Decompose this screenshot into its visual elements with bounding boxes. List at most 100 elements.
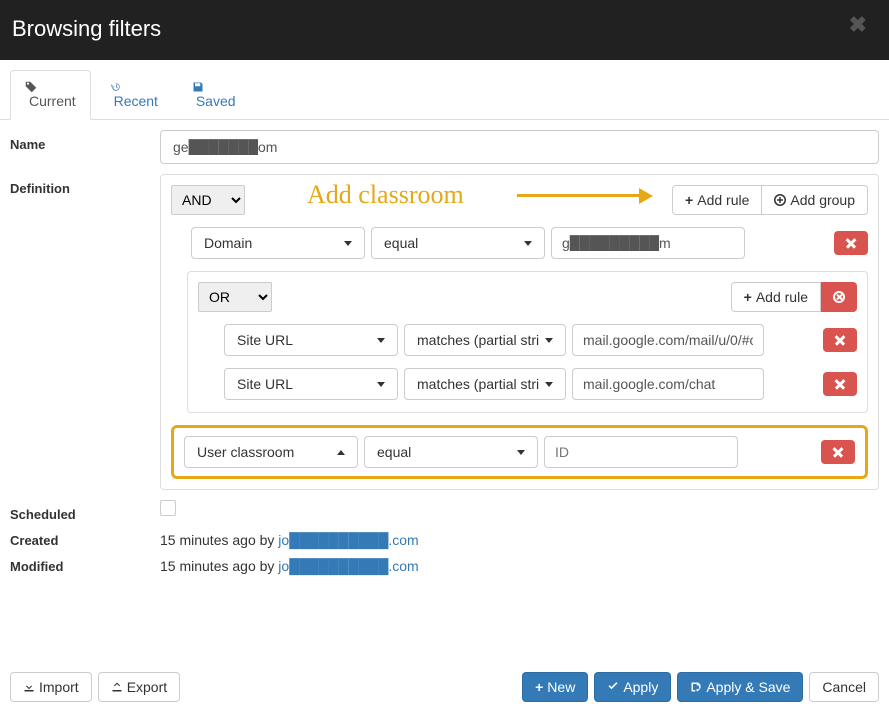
root-group-header: AND Add classroom + Add rule [171,185,868,215]
modal-header: Browsing filters ✖ [0,0,889,60]
form-area: Name Definition AND Add classroom + Add … [0,120,889,594]
tag-icon [25,81,76,93]
nested-add-rule-label: Add rule [756,289,808,305]
add-rule-label: Add rule [697,192,749,208]
new-button[interactable]: + New [522,672,588,702]
created-value: 15 minutes ago by jo██████████.com [160,532,879,548]
rule-value-input[interactable] [544,436,738,468]
rule-operator-label: equal [384,235,418,251]
import-label: Import [39,679,79,695]
annotation-arrow-icon [517,194,645,197]
delete-rule-button[interactable] [823,328,857,352]
save-apply-icon [690,681,702,693]
created-by-link[interactable]: jo██████████.com [278,532,418,548]
import-button[interactable]: Import [10,672,92,702]
tab-current-label: Current [29,93,76,109]
created-time: 15 minutes ago by [160,532,278,548]
delete-rule-button[interactable] [823,372,857,396]
apply-save-button[interactable]: Apply & Save [677,672,803,702]
rule-field-label: Domain [204,235,252,251]
tab-saved-label: Saved [196,93,236,109]
nested-rule-2: Site URL matches (partial string o [224,368,857,400]
export-label: Export [127,679,167,695]
rule-value-input[interactable] [572,324,764,356]
new-label: New [547,679,575,695]
nested-add-rule-button[interactable]: + Add rule [731,282,821,312]
import-icon [23,681,35,693]
add-group-label: Add group [790,192,855,208]
definition-label: Definition [10,174,160,196]
root-condition-select[interactable]: AND [171,185,245,215]
close-icon[interactable]: ✖ [849,12,867,38]
apply-save-label: Apply & Save [706,679,790,695]
delete-group-button[interactable] [821,282,857,312]
modified-time: 15 minutes ago by [160,558,278,574]
rule-field-dropdown[interactable]: Domain [191,227,365,259]
cancel-button[interactable]: Cancel [809,672,879,702]
caret-down-icon [545,338,553,343]
add-group-button[interactable]: Add group [761,185,868,215]
caret-down-icon [517,450,525,455]
annotation-label: Add classroom [307,180,464,210]
nested-condition-select[interactable]: OR [198,282,272,312]
footer: Import Export + New Apply Apply & Save [0,672,889,702]
tab-recent-label: Recent [114,93,158,109]
plus-icon: + [744,289,752,305]
tab-recent[interactable]: Recent [95,70,173,119]
delete-icon [846,238,856,248]
caret-up-icon [337,450,345,455]
apply-button[interactable]: Apply [594,672,671,702]
tabs: Current Recent Saved [0,70,889,120]
tab-saved[interactable]: Saved [177,70,251,119]
delete-rule-button[interactable] [821,440,855,464]
caret-down-icon [377,338,385,343]
scheduled-label: Scheduled [10,500,160,522]
rule-operator-dropdown[interactable]: equal [364,436,538,468]
export-icon [111,681,123,693]
tab-current[interactable]: Current [10,70,91,120]
modified-label: Modified [10,559,160,574]
rule-value-input[interactable] [551,227,745,259]
plus-icon: + [685,192,693,208]
name-label: Name [10,130,160,152]
rule-value-input[interactable] [572,368,764,400]
rule-operator-dropdown[interactable]: matches (partial string o [404,368,566,400]
created-label: Created [10,533,160,548]
rule-field-label: Site URL [237,332,293,348]
modified-by-link[interactable]: jo██████████.com [278,558,418,574]
delete-icon [835,379,845,389]
cancel-label: Cancel [822,679,866,695]
rule-field-label: Site URL [237,376,293,392]
delete-icon [833,447,843,457]
caret-down-icon [377,382,385,387]
export-button[interactable]: Export [98,672,180,702]
delete-icon [835,335,845,345]
delete-rule-button[interactable] [834,231,868,255]
rule-domain: Domain equal [191,227,868,259]
name-input[interactable] [160,130,879,164]
check-icon [607,681,619,693]
rule-operator-dropdown[interactable]: matches (partial string o [404,324,566,356]
rule-operator-label: matches (partial string o [417,332,539,348]
plus-icon: + [535,679,543,695]
modal-title: Browsing filters [12,16,877,42]
caret-down-icon [524,241,532,246]
apply-label: Apply [623,679,658,695]
rule-field-dropdown[interactable]: Site URL [224,368,398,400]
nested-group-header: OR + Add rule [198,282,857,312]
nested-or-group: OR + Add rule [187,271,868,413]
rule-field-dropdown[interactable]: Site URL [224,324,398,356]
caret-down-icon [545,382,553,387]
rule-operator-dropdown[interactable]: equal [371,227,545,259]
rule-field-dropdown[interactable]: User classroom [184,436,358,468]
query-builder: AND Add classroom + Add rule [160,174,879,490]
rule-operator-label: equal [377,444,411,460]
nested-rule-1: Site URL matches (partial string o [224,324,857,356]
history-icon [110,81,158,93]
delete-group-icon [833,291,845,303]
add-rule-button[interactable]: + Add rule [672,185,762,215]
plus-circle-icon [774,194,786,206]
scheduled-checkbox[interactable] [160,500,176,516]
rule-operator-label: matches (partial string o [417,376,539,392]
highlighted-classroom-rule: User classroom equal [171,425,868,479]
